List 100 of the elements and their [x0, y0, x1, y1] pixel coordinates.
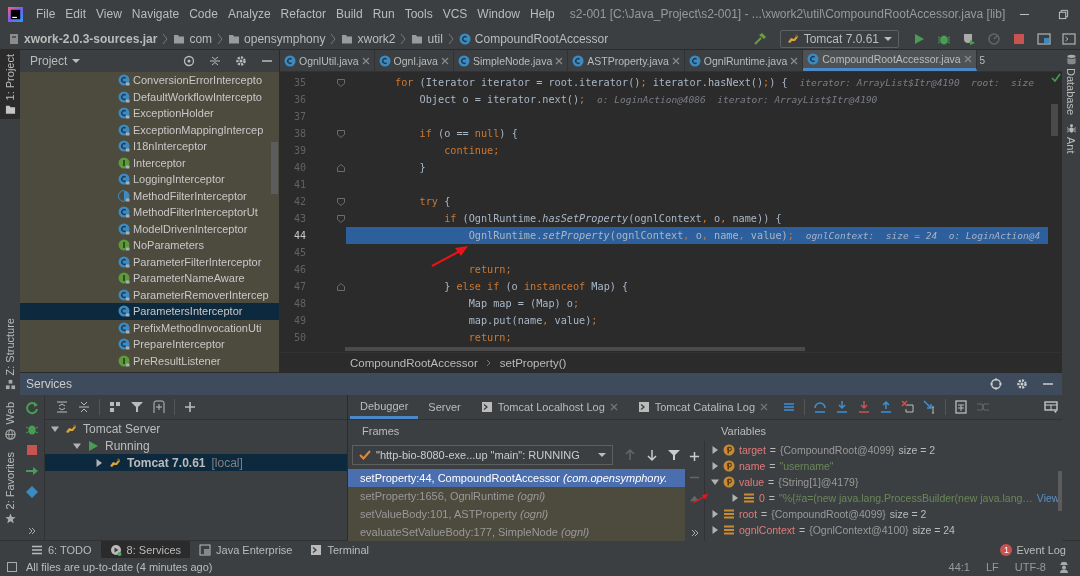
menu-item[interactable]: Code [184, 5, 223, 23]
drop-frame-icon[interactable] [901, 400, 916, 414]
menu-item[interactable]: Analyze [222, 5, 276, 23]
hammer-icon[interactable] [752, 31, 767, 46]
tree-row[interactable]: DefaultWorkflowIntercepto [20, 88, 279, 105]
tree-row[interactable]: Running [45, 437, 347, 454]
variable-row[interactable]: value = {String[1]@4179} [711, 474, 1062, 490]
add-icon[interactable] [689, 451, 700, 462]
debugger-tab[interactable]: Debugger [350, 395, 419, 419]
debugger-tab[interactable]: Tomcat Localhost Log [470, 395, 628, 419]
menu-item[interactable]: VCS [437, 5, 473, 23]
tree-row[interactable]: ParameterNameAware [20, 270, 279, 287]
fold-marker-icon[interactable] [337, 129, 345, 138]
up-arrow-icon[interactable] [623, 448, 637, 462]
menu-item[interactable]: Tools [399, 5, 438, 23]
force-step-into-icon[interactable] [857, 400, 872, 414]
scrollbar-thumb[interactable] [1058, 471, 1062, 511]
step-over-icon[interactable] [813, 400, 828, 414]
file-encoding[interactable]: UTF-8 [1014, 561, 1046, 573]
tool-window-button[interactable]: 1: Project [0, 50, 20, 120]
stack-frame[interactable]: setValueBody:101, ASTProperty (ognl) [348, 505, 685, 523]
editor-tab[interactable]: Ognl.java [374, 50, 454, 71]
calculator-icon[interactable] [954, 400, 969, 414]
menu-item[interactable]: Edit [60, 5, 92, 23]
tool-window-button[interactable]: 2: Favorites [0, 447, 20, 528]
variable-row[interactable]: target = {CompoundRoot@4099} size = 2 [711, 442, 1062, 458]
more-icon[interactable] [28, 527, 36, 535]
editor-tab[interactable]: CompoundRootAccessor.java [803, 50, 977, 71]
debugger-tab[interactable]: Tomcat Catalina Log [627, 395, 779, 419]
tree-row[interactable]: I18nInterceptor [20, 138, 279, 155]
tree-row[interactable]: ConversionErrorIntercepto [20, 72, 279, 89]
breadcrumb[interactable]: xwork-2.0.3-sources.jar [6, 30, 160, 47]
breadcrumb[interactable]: CompoundRootAccessor [456, 30, 611, 47]
tree-row[interactable]: MethodFilterInterceptorUt [20, 204, 279, 221]
down-arrow-icon[interactable] [645, 448, 659, 462]
coverage-icon[interactable] [962, 31, 976, 46]
close-icon[interactable] [760, 403, 769, 411]
run-configuration-dropdown[interactable]: Tomcat 7.0.61 [779, 29, 899, 48]
locate-icon[interactable] [990, 378, 1002, 390]
tree-row[interactable]: Interceptor [20, 154, 279, 171]
close-icon[interactable] [555, 56, 564, 65]
variable-row[interactable]: ognlContext = {OgnlContext@4100} size = 24 [711, 522, 1062, 538]
more-icon[interactable] [690, 529, 699, 537]
breadcrumb[interactable]: util [409, 30, 445, 47]
trace-icon[interactable] [976, 400, 991, 414]
fold-marker-icon[interactable] [337, 282, 345, 291]
close-icon[interactable] [671, 56, 680, 65]
collapse-arrow-icon[interactable] [711, 478, 719, 486]
debugger-tab[interactable]: Server [418, 395, 471, 419]
tool-window-button[interactable]: Z: Structure [0, 313, 20, 395]
stop-icon[interactable] [25, 443, 39, 457]
stack-frame[interactable]: setProperty:1656, OgnlRuntime (ognl) [348, 487, 685, 505]
close-icon[interactable] [440, 56, 449, 65]
up-triangle-icon[interactable] [689, 493, 700, 504]
breadcrumb[interactable]: com [171, 30, 215, 47]
editor-tab[interactable]: OgnlUtil.java [280, 50, 375, 71]
stop-icon[interactable] [1012, 31, 1026, 46]
tree-row[interactable]: PrefixMethodInvocationUti [20, 319, 279, 336]
project-structure-icon[interactable] [1037, 31, 1051, 46]
inspector-icon[interactable] [1058, 561, 1070, 573]
expand-arrow-icon[interactable] [95, 458, 103, 467]
run-icon[interactable] [912, 31, 926, 46]
tree-row[interactable]: ExceptionMappingIntercep [20, 121, 279, 138]
tree-row[interactable]: ParameterFilterInterceptor [20, 253, 279, 270]
breadcrumb[interactable]: xwork2 [339, 30, 398, 47]
fold-marker-icon[interactable] [337, 78, 345, 87]
scrollbar-thumb[interactable] [1051, 104, 1058, 136]
tree-row[interactable]: Tomcat Server [45, 420, 347, 437]
menu-icon[interactable] [782, 400, 797, 414]
panel-toggle-icon[interactable] [6, 561, 18, 573]
layout-icon[interactable] [1044, 400, 1058, 414]
breadcrumb[interactable]: CompoundRootAccessor [350, 356, 478, 369]
tree-row[interactable]: PrepareInterceptor [20, 336, 279, 353]
deploy-icon[interactable] [25, 464, 39, 478]
fold-marker-icon[interactable] [337, 163, 345, 172]
expand-all-icon[interactable] [55, 400, 69, 414]
tool-window-button[interactable]: Ant [1065, 123, 1077, 154]
breadcrumb[interactable]: opensymphony [226, 30, 328, 47]
restore-icon[interactable] [1058, 8, 1070, 20]
stack-frame[interactable]: setProperty:44, CompoundRootAccessor (com.opensymphony. [348, 469, 685, 487]
menu-item[interactable]: View [91, 5, 127, 23]
tree-row[interactable]: ModelDrivenInterceptor [20, 220, 279, 237]
cursor-position[interactable]: 44:1 [948, 561, 970, 573]
close-icon[interactable] [609, 403, 618, 411]
tree-row[interactable]: ParameterRemoverIntercep [20, 286, 279, 303]
variable-row[interactable]: name = "username" [711, 458, 1062, 474]
tree-row[interactable]: PreResultListener [20, 352, 279, 369]
caret-icon[interactable] [72, 57, 81, 65]
expand-arrow-icon[interactable] [711, 446, 719, 454]
tool-tab[interactable]: Terminal [301, 541, 379, 558]
settings-icon[interactable] [235, 55, 247, 67]
hidden-tabs-count[interactable]: 5 [976, 50, 989, 71]
tree-row[interactable]: NoParameters [20, 237, 279, 254]
group-icon[interactable] [108, 400, 122, 414]
rerun-icon[interactable] [25, 401, 39, 415]
tool-tab[interactable]: Java Enterprise [190, 541, 302, 558]
add-icon[interactable] [183, 400, 197, 414]
menu-item[interactable]: File [31, 5, 61, 23]
locate-icon[interactable] [183, 55, 195, 67]
tree-row[interactable]: ParametersInterceptor [20, 303, 279, 320]
